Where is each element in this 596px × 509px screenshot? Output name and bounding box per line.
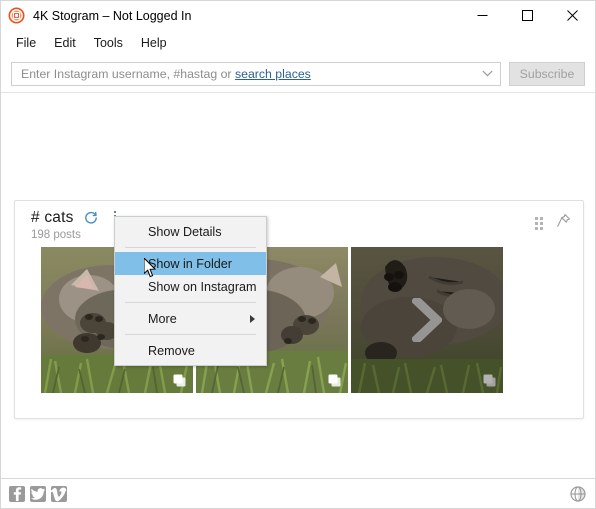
minimize-button[interactable] xyxy=(460,1,505,30)
app-window: 4K Stogram – Not Logged In File Edit Too… xyxy=(0,0,596,509)
close-button[interactable] xyxy=(550,1,595,30)
card-title-row: # cats xyxy=(31,209,571,227)
menu-file[interactable]: File xyxy=(7,33,45,53)
search-placeholder-text: Enter Instagram username, #hastag or xyxy=(21,66,235,81)
menu-bar: File Edit Tools Help xyxy=(1,30,595,55)
subscribe-button[interactable]: Subscribe xyxy=(509,61,585,86)
context-menu-item-remove[interactable]: Remove xyxy=(115,339,266,362)
search-toolbar: Enter Instagram username, #hastag or sea… xyxy=(1,55,595,93)
dot xyxy=(535,221,538,225)
dot xyxy=(540,226,543,230)
stogram-app-icon xyxy=(8,7,25,24)
chevron-down-icon[interactable] xyxy=(478,65,496,83)
search-placeholder: Enter Instagram username, #hastag or sea… xyxy=(21,67,478,81)
multi-photo-badge xyxy=(483,374,496,387)
content-background: # cats 198 posts Show Details Show in Fo… xyxy=(1,93,595,478)
subscription-card: # cats 198 posts xyxy=(14,200,584,419)
context-menu: Show Details Show in Folder Show on Inst… xyxy=(114,216,267,366)
dot xyxy=(535,216,538,220)
window-controls xyxy=(460,1,595,30)
twitter-icon[interactable] xyxy=(30,485,46,502)
pin-icon[interactable] xyxy=(556,213,571,233)
dot xyxy=(540,216,543,220)
chevron-right-icon[interactable] xyxy=(410,294,444,346)
dot xyxy=(113,211,116,213)
refresh-icon[interactable] xyxy=(84,211,98,225)
social-links xyxy=(9,485,67,502)
context-menu-item-more-label: More xyxy=(148,311,177,326)
globe-icon[interactable] xyxy=(569,485,587,503)
multi-photo-badge xyxy=(328,374,341,387)
window-title: 4K Stogram – Not Logged In xyxy=(33,8,192,23)
maximize-button[interactable] xyxy=(505,1,550,30)
card-header-actions xyxy=(535,213,571,233)
drag-handle-icon[interactable] xyxy=(535,216,544,230)
search-places-link[interactable]: search places xyxy=(235,67,311,81)
menu-separator xyxy=(125,334,256,335)
vimeo-icon[interactable] xyxy=(51,485,67,502)
menu-separator xyxy=(125,247,256,248)
thumbnail-strip xyxy=(15,247,583,393)
post-count: 198 posts xyxy=(31,229,81,241)
multi-photo-badge xyxy=(173,374,186,387)
thumbnail-3-image xyxy=(351,247,503,393)
facebook-icon[interactable] xyxy=(9,485,25,502)
context-menu-item-show-in-folder[interactable]: Show in Folder xyxy=(115,252,266,275)
page-title: # cats xyxy=(31,209,74,226)
context-menu-item-more[interactable]: More xyxy=(115,307,266,330)
context-menu-item-show-details[interactable]: Show Details xyxy=(115,220,266,243)
content-area: # cats 198 posts Show Details Show in Fo… xyxy=(1,93,595,478)
search-input[interactable]: Enter Instagram username, #hastag or sea… xyxy=(11,61,501,86)
menu-tools[interactable]: Tools xyxy=(85,33,132,53)
status-bar xyxy=(1,478,595,508)
dot xyxy=(535,226,538,230)
menu-help[interactable]: Help xyxy=(132,33,176,53)
title-bar: 4K Stogram – Not Logged In xyxy=(1,1,595,30)
card-header: # cats 198 posts xyxy=(15,201,583,247)
context-menu-item-show-on-instagram[interactable]: Show on Instagram xyxy=(115,275,266,298)
menu-edit[interactable]: Edit xyxy=(45,33,85,53)
menu-separator xyxy=(125,302,256,303)
dot xyxy=(540,221,543,225)
submenu-arrow-icon xyxy=(250,312,255,326)
thumbnail-3[interactable] xyxy=(351,247,503,393)
